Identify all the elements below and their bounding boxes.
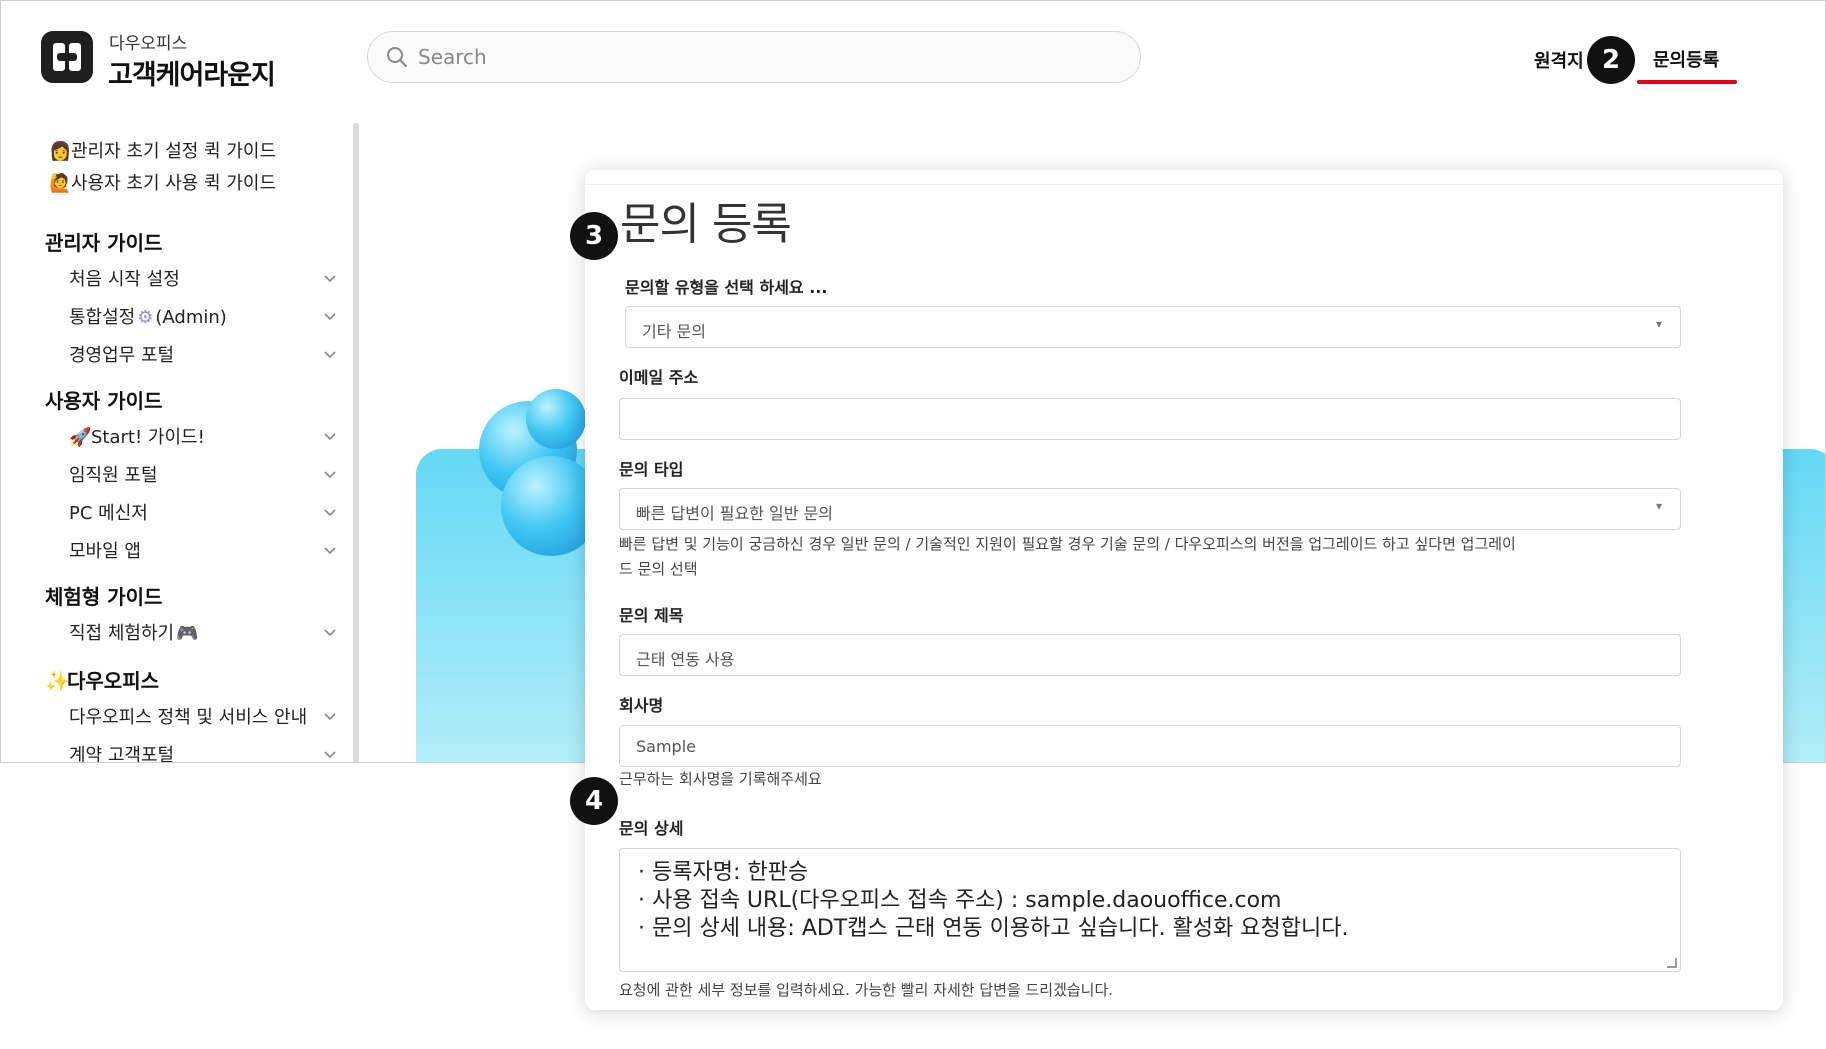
email-label: 이메일 주소 xyxy=(619,368,699,387)
inquiry-type-select[interactable]: 빠른 답변이 필요한 일반 문의 xyxy=(619,488,1681,530)
inquiry-type-hint-line: 빠른 답변 및 기능이 궁금하신 경우 일반 문의 / 기술적인 지원이 필요할… xyxy=(619,535,1516,553)
detail-line: · 문의 상세 내용: ADT캡스 근태 연동 이용하고 싶습니다. 활성화 요… xyxy=(638,916,1349,941)
sidebar-item-mobile-app[interactable]: 모바일 앱 xyxy=(69,537,414,563)
inquiry-type-hint: 빠른 답변 및 기능이 궁금하신 경우 일반 문의 / 기술적인 지원이 필요할… xyxy=(619,532,1516,582)
sidebar-item-first-setup[interactable]: 처음 시작 설정 xyxy=(69,265,414,291)
search-input[interactable] xyxy=(418,40,1118,74)
chevron-down-icon[interactable] xyxy=(323,429,337,443)
nav-active-underline xyxy=(1637,80,1737,84)
sidebar-item-label: 사용자 초기 사용 퀵 가이드 xyxy=(71,173,277,194)
daouoffice-logo[interactable] xyxy=(41,31,93,83)
brand-title[interactable]: 고객케어라운지 xyxy=(108,53,276,92)
sidebar-item-customer-portal[interactable]: 계약 고객포털 xyxy=(69,741,414,763)
chevron-down-icon[interactable] xyxy=(323,505,337,519)
sidebar-heading-user[interactable]: 사용자 가이드 xyxy=(45,385,390,414)
inquiry-type-hint-line: 드 문의 선택 xyxy=(619,560,698,578)
nav-inquiry-link[interactable]: 문의등록 xyxy=(1653,46,1719,72)
chevron-down-icon[interactable] xyxy=(323,347,337,361)
inquiry-type-label: 문의 타입 xyxy=(619,460,684,479)
step-marker-4: 4 xyxy=(570,777,618,825)
step-marker-2: 2 xyxy=(1587,36,1635,84)
subject-label: 문의 제목 xyxy=(619,606,684,625)
sidebar-item-start-guide[interactable]: 🚀Start! 가이드! xyxy=(69,423,414,449)
logo-mark-icon xyxy=(53,43,81,71)
sidebar-heading-label: 다우오피스 xyxy=(67,669,159,693)
chevron-down-icon[interactable] xyxy=(323,747,337,761)
sidebar-heading-admin[interactable]: 관리자 가이드 xyxy=(45,227,390,256)
sidebar-item-label: 모바일 앱 xyxy=(69,541,141,562)
chevron-down-icon[interactable] xyxy=(323,709,337,723)
sidebar-item-label: 통합설정 xyxy=(69,307,136,328)
chevron-down-icon[interactable] xyxy=(323,467,337,481)
company-label: 회사명 xyxy=(619,696,664,715)
step-marker-3: 3 xyxy=(570,212,618,260)
sidebar-item-label-suffix: (Admin) xyxy=(155,307,227,328)
company-value: Sample xyxy=(636,737,696,756)
sidebar-item-label: 계약 고객포털 xyxy=(69,745,175,763)
sidebar: 👩관리자 초기 설정 퀵 가이드 🙋사용자 초기 사용 퀵 가이드 관리자 가이… xyxy=(1,119,356,762)
raising-hand-icon: 🙋 xyxy=(49,173,72,194)
panel-divider xyxy=(585,184,1783,185)
sidebar-item-employee-portal[interactable]: 임직원 포털 xyxy=(69,461,414,487)
sidebar-item-pc-messenger[interactable]: PC 메신저 xyxy=(69,499,414,525)
sidebar-item-label: 임직원 포털 xyxy=(69,465,158,486)
form-title: 문의 등록 xyxy=(620,199,792,250)
brand-subtitle: 다우오피스 xyxy=(109,34,188,54)
rocket-icon: 🚀 xyxy=(69,427,92,448)
resize-handle-icon[interactable] xyxy=(1667,958,1677,968)
company-hint: 근무하는 회사명을 기록해주세요 xyxy=(619,770,822,788)
sidebar-heading-daouoffice[interactable]: ✨다우오피스 xyxy=(45,665,390,694)
sidebar-item-label: 다우오피스 정책 및 서비스 안내 xyxy=(69,707,308,728)
nav-remote-link[interactable]: 원격지 xyxy=(1534,47,1584,73)
sparkles-icon: ✨ xyxy=(45,669,70,693)
sidebar-item-label: 직접 체험하기 xyxy=(69,623,175,644)
chevron-down-icon[interactable] xyxy=(323,271,337,285)
bubble-decoration xyxy=(526,389,586,449)
inquiry-type-value: 빠른 답변이 필요한 일반 문의 xyxy=(636,504,833,523)
sidebar-heading-experience[interactable]: 체험형 가이드 xyxy=(45,581,390,610)
inquiry-form-panel: 문의 등록 문의할 유형을 선택 하세요 ... 기타 문의 이메일 주소 문의… xyxy=(585,170,1783,1010)
sidebar-item-business-portal[interactable]: 경영업무 포털 xyxy=(69,341,414,367)
email-field[interactable] xyxy=(619,398,1681,440)
request-type-select[interactable]: 기타 문의 xyxy=(625,306,1681,348)
search-bar[interactable] xyxy=(367,31,1141,83)
woman-icon: 👩 xyxy=(49,141,72,162)
sidebar-item-user-quick-guide[interactable]: 🙋사용자 초기 사용 퀵 가이드 xyxy=(49,169,394,195)
gamepad-icon: 🎮 xyxy=(176,623,199,644)
sidebar-item-label: 경영업무 포털 xyxy=(69,345,175,366)
detail-textarea[interactable]: · 등록자명: 한판승 · 사용 접속 URL(다우오피스 접속 주소) : s… xyxy=(619,848,1681,972)
detail-label: 문의 상세 xyxy=(619,819,684,838)
detail-line: · 사용 접속 URL(다우오피스 접속 주소) : sample.daouof… xyxy=(638,888,1282,913)
sidebar-item-label: Start! 가이드! xyxy=(91,427,205,448)
sidebar-scrollbar[interactable] xyxy=(353,123,359,762)
sidebar-item-label: 관리자 초기 설정 퀵 가이드 xyxy=(71,141,277,162)
request-type-label: 문의할 유형을 선택 하세요 ... xyxy=(625,278,828,297)
gear-icon: ⚙ xyxy=(137,307,154,328)
chevron-down-icon[interactable] xyxy=(323,625,337,639)
chevron-down-icon[interactable] xyxy=(323,543,337,557)
detail-line: · 등록자명: 한판승 xyxy=(638,860,809,885)
search-icon xyxy=(387,47,407,67)
sidebar-item-policy[interactable]: 다우오피스 정책 및 서비스 안내 xyxy=(69,703,414,729)
sidebar-item-label: PC 메신저 xyxy=(69,503,148,524)
sidebar-item-admin-quick-guide[interactable]: 👩관리자 초기 설정 퀵 가이드 xyxy=(49,137,394,163)
subject-field[interactable]: 근태 연동 사용 xyxy=(619,634,1681,676)
sidebar-item-try-directly[interactable]: 직접 체험하기 🎮 xyxy=(69,619,414,645)
chevron-down-icon[interactable] xyxy=(323,309,337,323)
request-type-value: 기타 문의 xyxy=(642,322,706,341)
subject-value: 근태 연동 사용 xyxy=(636,650,735,669)
sidebar-item-integrated-settings[interactable]: 통합설정 ⚙ (Admin) xyxy=(69,303,414,329)
company-field[interactable]: Sample xyxy=(619,725,1681,767)
detail-hint: 요청에 관한 세부 정보를 입력하세요. 가능한 빨리 자세한 답변을 드리겠습… xyxy=(619,981,1114,999)
sidebar-item-label: 처음 시작 설정 xyxy=(69,269,180,290)
